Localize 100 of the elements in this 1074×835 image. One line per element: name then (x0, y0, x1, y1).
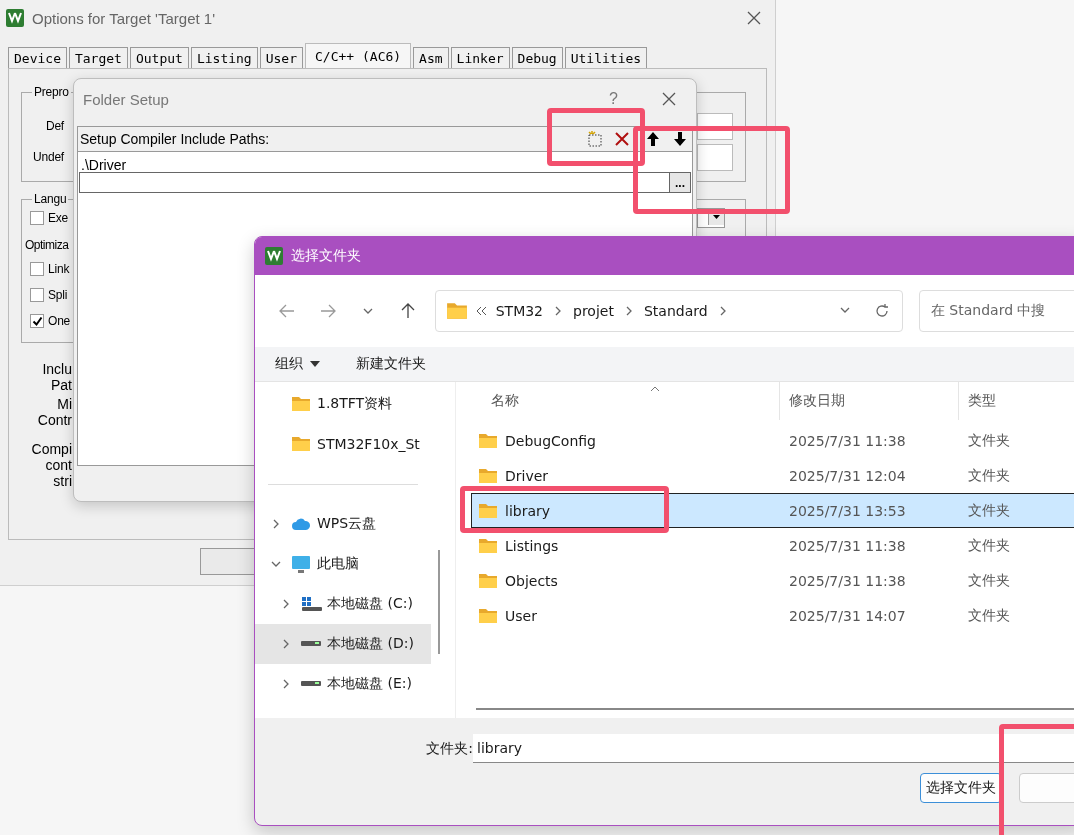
breadcrumb[interactable]: STM32 (495, 303, 544, 319)
file-date: 2025/7/31 14:07 (788, 607, 907, 624)
field-label: cont (45, 457, 72, 473)
file-type: 文件夹 (967, 501, 1011, 520)
file-date: 2025/7/31 11:38 (788, 572, 907, 589)
file-type: 文件夹 (967, 466, 1011, 485)
file-type: 文件夹 (967, 606, 1011, 625)
tab[interactable]: Asm (413, 47, 449, 68)
field-label: Inclu (42, 361, 72, 377)
file-row[interactable]: Driver 2025/7/31 12:04 文件夹 (471, 458, 1074, 493)
file-row[interactable]: DebugConfig 2025/7/31 11:38 文件夹 (471, 423, 1074, 458)
back-icon[interactable] (279, 304, 296, 318)
refresh-icon[interactable] (873, 303, 890, 319)
caret-icon (310, 361, 320, 367)
sidebar-item[interactable]: 本地磁盘 (D:) (255, 624, 431, 664)
field-label: Contr (37, 412, 72, 428)
tab[interactable]: Target (68, 47, 128, 68)
app-icon (265, 247, 283, 265)
menu-button[interactable]: 组织 (275, 355, 320, 373)
group-title: Prepro (33, 85, 70, 99)
folder-icon (478, 467, 498, 484)
field-label: Def (45, 119, 64, 133)
folder-icon (478, 537, 498, 554)
text-field[interactable] (697, 143, 733, 171)
drive-icon (301, 596, 323, 612)
field-label: Compi (31, 441, 72, 457)
drive-icon (301, 681, 321, 687)
sort-caret-icon (649, 386, 660, 392)
select-folder-button[interactable]: 选择文件夹 (920, 773, 1002, 803)
file-type: 文件夹 (967, 571, 1011, 590)
field-label: stri (53, 473, 72, 489)
file-name: Listings (505, 537, 559, 554)
tab[interactable]: Debug (511, 47, 563, 68)
column-header[interactable]: 修改日期 (779, 382, 958, 420)
help-button[interactable]: ? (609, 90, 618, 108)
app-icon (6, 9, 24, 27)
window-title: Folder Setup (83, 90, 169, 108)
sidebar-item[interactable]: 1.8TFT资料 (255, 384, 431, 424)
file-name: User (505, 607, 537, 624)
folder-icon (478, 572, 498, 589)
file-row[interactable]: User 2025/7/31 14:07 文件夹 (471, 598, 1074, 633)
list-item[interactable]: .\Driver (78, 158, 692, 172)
file-row[interactable]: Objects 2025/7/31 11:38 文件夹 (471, 563, 1074, 598)
file-name: DebugConfig (505, 432, 596, 449)
path-field[interactable]: ... (79, 172, 691, 193)
folder-icon (445, 302, 468, 320)
arrow-down-icon (673, 131, 687, 147)
file-date: 2025/7/31 13:53 (788, 502, 907, 519)
folder-icon (291, 436, 311, 452)
checkbox[interactable] (30, 314, 44, 328)
sidebar-item[interactable]: 本地磁盘 (C:) (255, 584, 431, 624)
tab[interactable]: Listing (190, 47, 258, 68)
file-name: library (505, 502, 551, 519)
column-header[interactable]: 类型 (958, 382, 1074, 420)
breadcrumb[interactable]: Standard (643, 303, 708, 319)
overflow-icon[interactable] (475, 306, 488, 316)
up-icon[interactable] (401, 303, 416, 319)
checkbox[interactable] (30, 288, 44, 302)
field-label: Pat (51, 377, 72, 393)
tab[interactable]: Linker (450, 47, 510, 68)
monitor-icon (291, 554, 311, 574)
field-label: 文件夹: (426, 739, 473, 756)
tab[interactable]: User (259, 47, 303, 68)
browse-button[interactable]: ... (669, 173, 690, 192)
file-row[interactable]: library 2025/7/31 13:53 文件夹 (471, 493, 1074, 528)
folder-field[interactable]: library (473, 734, 1074, 763)
folder-icon (478, 432, 498, 449)
breadcrumb[interactable]: projet (573, 303, 614, 319)
field-label: Mi (57, 396, 72, 412)
folder-icon (478, 502, 498, 519)
checkbox-label: Spli (48, 288, 68, 302)
list-label: Setup Compiler Include Paths: (80, 131, 270, 147)
checkbox[interactable] (30, 211, 44, 225)
arrow-up-icon (646, 131, 660, 147)
close-icon[interactable] (662, 92, 676, 106)
file-type: 文件夹 (967, 536, 1011, 555)
forward-icon[interactable] (319, 304, 336, 318)
sidebar-item[interactable]: 本地磁盘 (E:) (255, 664, 431, 704)
sidebar-item[interactable]: STM32F10x_St (255, 424, 431, 464)
new-folder-button[interactable] (586, 128, 604, 150)
close-icon[interactable] (747, 11, 761, 25)
sidebar-item[interactable]: WPS云盘 (255, 504, 431, 544)
sidebar-item[interactable]: 此电脑 (255, 544, 431, 584)
folder-icon (291, 396, 311, 412)
group-title: Langu (33, 192, 68, 206)
file-row[interactable]: Listings 2025/7/31 11:38 文件夹 (471, 528, 1074, 563)
folder-icon (478, 607, 498, 624)
tab[interactable]: C/C++ (AC6) (305, 43, 412, 68)
tab[interactable]: Output (129, 47, 189, 68)
file-date: 2025/7/31 11:38 (788, 432, 907, 449)
checkbox[interactable] (30, 262, 44, 276)
file-type: 文件夹 (967, 431, 1011, 450)
search-field[interactable]: 在 Standard 中搜 (918, 290, 1074, 332)
tab[interactable]: Utilities (564, 47, 648, 68)
column-header[interactable]: 名称 (456, 382, 779, 420)
address-bar[interactable]: STM32 projet Standard (434, 290, 903, 332)
toolbar-button[interactable]: 新建文件夹 (356, 355, 426, 373)
file-date: 2025/7/31 11:38 (788, 537, 907, 554)
file-date: 2025/7/31 12:04 (788, 467, 907, 484)
tab[interactable]: Device (8, 47, 67, 68)
